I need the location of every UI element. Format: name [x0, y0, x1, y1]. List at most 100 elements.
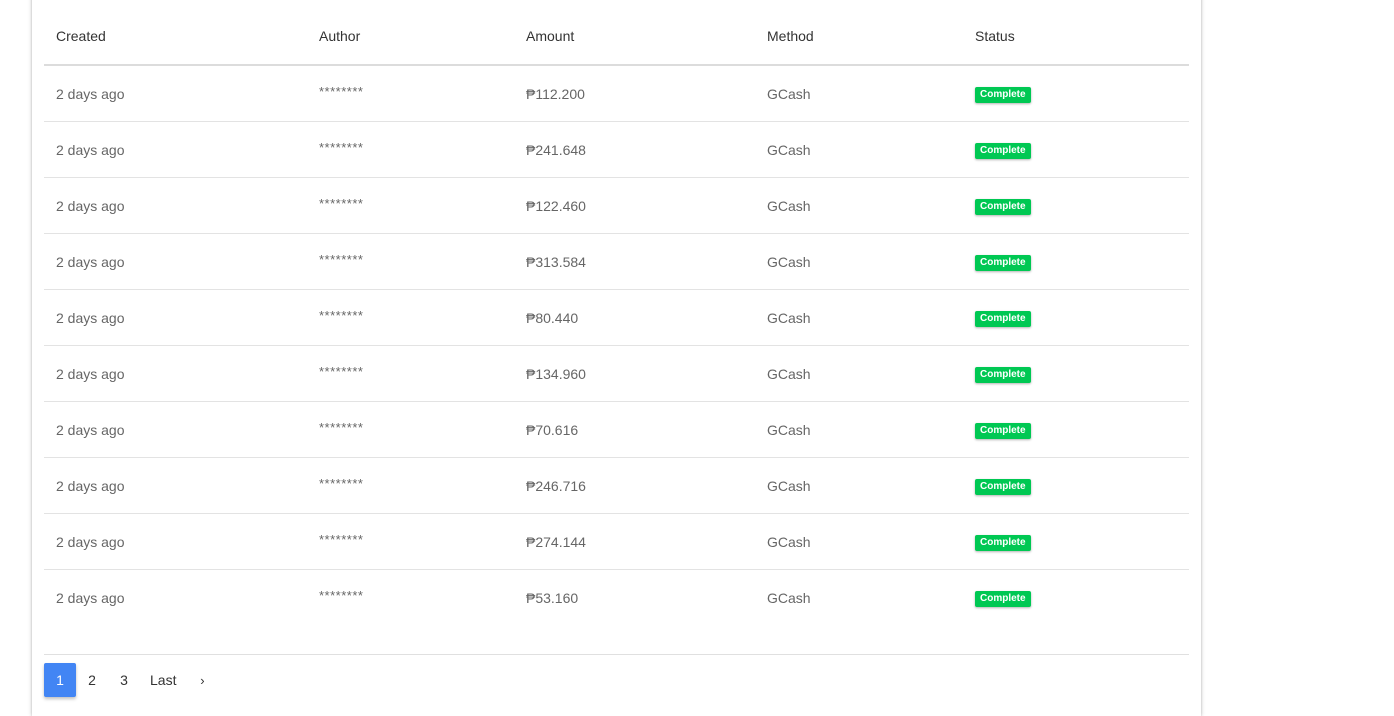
cell-method: GCash	[767, 122, 811, 177]
pagination-divider	[44, 654, 1189, 655]
cell-method: GCash	[767, 346, 811, 401]
table-row: 2 days ago ******** ₱241.648 GCash Complete	[44, 122, 1189, 178]
status-badge: Complete	[975, 86, 1031, 103]
pagination: 1 2 3 Last ›	[44, 663, 218, 697]
cell-author: ********	[319, 234, 363, 289]
cell-amount-text: ₱274.144	[526, 533, 586, 550]
cell-status: Complete	[975, 402, 1031, 457]
cell-author-text: ********	[319, 308, 364, 323]
cell-created: 2 days ago	[56, 178, 125, 233]
payouts-table: Created Author Amount Method Status 2 da…	[44, 0, 1189, 625]
cell-author-text: ********	[319, 420, 364, 435]
cell-author: ********	[319, 122, 363, 177]
cell-method-text: GCash	[767, 477, 811, 494]
cell-method-text: GCash	[767, 533, 811, 550]
cell-author-text: ********	[319, 252, 364, 267]
cell-created-text: 2 days ago	[56, 85, 125, 102]
cell-amount-text: ₱80.440	[526, 309, 579, 326]
cell-status: Complete	[975, 290, 1031, 345]
cell-author-text: ********	[319, 364, 364, 379]
column-header-amount: Amount	[526, 28, 575, 44]
cell-author-text: ********	[319, 588, 364, 603]
cell-status: Complete	[975, 66, 1031, 121]
cell-amount-text: ₱53.160	[526, 589, 579, 606]
cell-created: 2 days ago	[56, 66, 125, 121]
status-badge: Complete	[975, 142, 1031, 159]
cell-created: 2 days ago	[56, 402, 125, 457]
status-badge: Complete	[975, 254, 1031, 271]
cell-amount-text: ₱70.616	[526, 421, 579, 438]
cell-created-text: 2 days ago	[56, 589, 125, 606]
cell-amount: ₱313.584	[526, 234, 586, 289]
cell-created-text: 2 days ago	[56, 365, 125, 382]
status-badge: Complete	[975, 422, 1031, 439]
cell-method-text: GCash	[767, 589, 811, 606]
cell-created-text: 2 days ago	[56, 197, 125, 214]
cell-status: Complete	[975, 178, 1031, 233]
cell-method: GCash	[767, 458, 811, 513]
next-page-chevron-icon[interactable]: ›	[186, 663, 218, 697]
cell-method-text: GCash	[767, 197, 811, 214]
cell-created-text: 2 days ago	[56, 141, 125, 158]
cell-amount: ₱122.460	[526, 178, 586, 233]
table-row: 2 days ago ******** ₱112.200 GCash Complete	[44, 66, 1189, 122]
cell-created: 2 days ago	[56, 122, 125, 177]
cell-author-text: ********	[319, 532, 364, 547]
cell-status: Complete	[975, 234, 1031, 289]
cell-amount-text: ₱246.716	[526, 477, 586, 494]
table-row: 2 days ago ******** ₱313.584 GCash Complete	[44, 234, 1189, 290]
cell-amount: ₱80.440	[526, 290, 578, 345]
cell-amount: ₱274.144	[526, 514, 586, 569]
cell-created: 2 days ago	[56, 346, 125, 401]
cell-author: ********	[319, 458, 363, 513]
cell-amount: ₱112.200	[526, 66, 585, 121]
cell-method-text: GCash	[767, 141, 811, 158]
cell-author-text: ********	[319, 140, 364, 155]
table-row: 2 days ago ******** ₱80.440 GCash Complete	[44, 290, 1189, 346]
cell-amount-text: ₱313.584	[526, 253, 586, 270]
cell-method-text: GCash	[767, 421, 811, 438]
cell-method: GCash	[767, 234, 811, 289]
cell-amount: ₱241.648	[526, 122, 586, 177]
page-button-3[interactable]: 3	[108, 663, 140, 697]
cell-status: Complete	[975, 570, 1031, 625]
cell-amount: ₱53.160	[526, 570, 578, 625]
table-header-row: Created Author Amount Method Status	[44, 0, 1189, 66]
cell-created: 2 days ago	[56, 570, 125, 625]
payouts-card: Created Author Amount Method Status 2 da…	[32, 0, 1201, 716]
cell-author: ********	[319, 178, 363, 233]
table-row: 2 days ago ******** ₱122.460 GCash Complete	[44, 178, 1189, 234]
cell-status: Complete	[975, 122, 1031, 177]
cell-amount-text: ₱241.648	[526, 141, 586, 158]
table-row: 2 days ago ******** ₱134.960 GCash Complete	[44, 346, 1189, 402]
cell-method-text: GCash	[767, 365, 811, 382]
cell-method: GCash	[767, 290, 811, 345]
cell-created-text: 2 days ago	[56, 477, 125, 494]
cell-amount-text: ₱134.960	[526, 365, 586, 382]
cell-created: 2 days ago	[56, 458, 125, 513]
page-button-2[interactable]: 2	[76, 663, 108, 697]
cell-author: ********	[319, 290, 363, 345]
status-badge: Complete	[975, 478, 1031, 495]
cell-created-text: 2 days ago	[56, 253, 125, 270]
table-body: 2 days ago ******** ₱112.200 GCash Complete 2…	[44, 66, 1189, 625]
cell-method: GCash	[767, 570, 811, 625]
cell-created-text: 2 days ago	[56, 421, 125, 438]
table-row: 2 days ago ******** ₱274.144 GCash Complete	[44, 514, 1189, 570]
column-header-created: Created	[56, 28, 106, 44]
page-button-1[interactable]: 1	[44, 663, 76, 697]
cell-amount-text: ₱122.460	[526, 197, 586, 214]
cell-amount: ₱70.616	[526, 402, 578, 457]
cell-created: 2 days ago	[56, 290, 125, 345]
cell-method-text: GCash	[767, 85, 811, 102]
cell-created: 2 days ago	[56, 514, 125, 569]
cell-author: ********	[319, 402, 363, 457]
cell-status: Complete	[975, 514, 1031, 569]
page-button-last[interactable]: Last	[140, 663, 186, 697]
cell-created: 2 days ago	[56, 234, 125, 289]
table-row: 2 days ago ******** ₱246.716 GCash Complete	[44, 458, 1189, 514]
cell-author-text: ********	[319, 196, 364, 211]
cell-author: ********	[319, 346, 363, 401]
status-badge: Complete	[975, 310, 1031, 327]
cell-author-text: ********	[319, 84, 364, 99]
